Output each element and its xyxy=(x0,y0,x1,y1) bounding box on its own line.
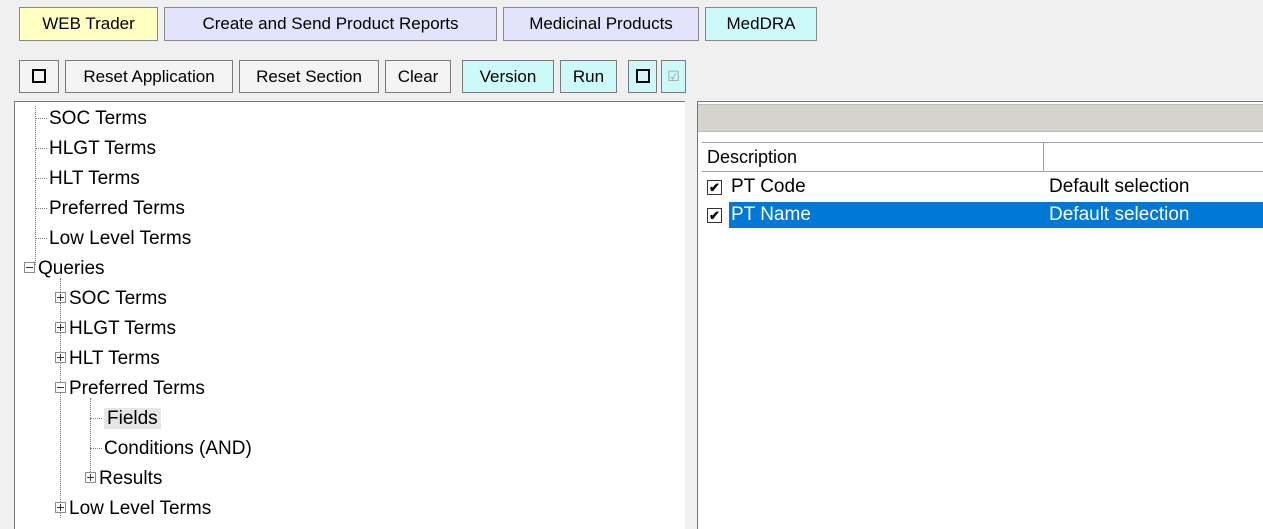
panel-header-bar xyxy=(698,104,1263,132)
toolbar: Reset Application Reset Section Clear Ve… xyxy=(0,58,1263,98)
maximize-button[interactable] xyxy=(19,60,59,93)
select-none-button[interactable] xyxy=(628,60,657,93)
tree-item-label: Low Level Terms xyxy=(69,498,212,519)
tab-medicinal-products[interactable]: Medicinal Products xyxy=(503,7,699,41)
tree-item-label: HLT Terms xyxy=(69,348,160,369)
tree-item-conditions[interactable]: Conditions (AND) xyxy=(90,435,252,463)
tree-item-queries-preferred-terms[interactable]: Preferred Terms xyxy=(55,375,205,403)
square-icon xyxy=(635,68,650,83)
run-button[interactable]: Run xyxy=(560,60,617,93)
tree-item-results[interactable]: Results xyxy=(85,465,162,493)
expand-icon[interactable] xyxy=(55,322,66,334)
reset-application-button[interactable]: Reset Application xyxy=(65,60,233,93)
tree-item-label: Preferred Terms xyxy=(49,198,185,219)
tree-item-queries[interactable]: Queries xyxy=(24,255,105,283)
table-row[interactable]: ✔ PT Code Default selection xyxy=(702,174,1263,202)
pane-splitter[interactable] xyxy=(685,101,697,529)
tab-meddra[interactable]: MedDRA xyxy=(705,7,817,41)
reset-section-button[interactable]: Reset Section xyxy=(239,60,379,93)
tab-bar: WEB Trader Create and Send Product Repor… xyxy=(0,0,1263,52)
checkbox-icon: ☑ xyxy=(667,68,680,85)
row-value: Default selection xyxy=(1044,202,1263,228)
tree-item-preferred-terms[interactable]: Preferred Terms xyxy=(35,195,185,223)
tree-item-queries-hlt-terms[interactable]: HLT Terms xyxy=(55,345,160,373)
expand-icon[interactable] xyxy=(55,352,66,364)
version-button[interactable]: Version xyxy=(462,60,554,93)
tree-item-label: HLT Terms xyxy=(49,168,140,189)
grid-header: Description xyxy=(702,142,1263,172)
tree-item-label: HLGT Terms xyxy=(69,318,176,339)
tree-item-label: SOC Terms xyxy=(69,288,167,309)
tree-item-low-level-terms[interactable]: Low Level Terms xyxy=(35,225,191,253)
tree-item-label: Results xyxy=(99,468,163,489)
tree-item-label: Conditions (AND) xyxy=(104,438,252,459)
row-name: PT Code xyxy=(731,176,806,197)
tree-view: SOC Terms HLGT Terms HLT Terms Preferred… xyxy=(14,101,685,529)
row-checkbox[interactable]: ✔ xyxy=(707,208,722,223)
table-row[interactable]: ✔ PT Name Default selection xyxy=(702,202,1263,230)
tree-item-soc-terms[interactable]: SOC Terms xyxy=(35,105,147,133)
tree-item-queries-soc-terms[interactable]: SOC Terms xyxy=(55,285,167,313)
collapse-icon[interactable] xyxy=(24,262,35,274)
expand-icon[interactable] xyxy=(55,292,66,304)
tree-item-label: Queries xyxy=(38,258,105,279)
tree-item-label: Low Level Terms xyxy=(49,228,192,249)
collapse-icon[interactable] xyxy=(55,382,66,394)
row-checkbox[interactable]: ✔ xyxy=(707,180,722,195)
tree-item-label: HLGT Terms xyxy=(49,138,156,159)
expand-icon[interactable] xyxy=(55,502,66,514)
clear-button[interactable]: Clear xyxy=(385,60,451,93)
column-header-value[interactable] xyxy=(1044,143,1263,171)
tree-item-hlgt-terms[interactable]: HLGT Terms xyxy=(35,135,156,163)
tree-item-queries-low-level-terms[interactable]: Low Level Terms xyxy=(55,495,211,523)
tree-item-fields[interactable]: Fields xyxy=(90,405,161,433)
square-icon xyxy=(32,68,46,83)
fields-panel: Description ✔ PT Code Default selection … xyxy=(697,101,1263,529)
select-all-button[interactable]: ☑ xyxy=(661,60,686,93)
tree-item-label: Preferred Terms xyxy=(69,378,205,399)
row-value: Default selection xyxy=(1049,176,1190,197)
tab-web-trader[interactable]: WEB Trader xyxy=(19,7,158,41)
tree-item-label: SOC Terms xyxy=(49,108,147,129)
tree-item-hlt-terms[interactable]: HLT Terms xyxy=(35,165,140,193)
column-header-description[interactable]: Description xyxy=(702,143,1044,171)
expand-icon[interactable] xyxy=(85,472,96,484)
row-name: PT Name xyxy=(729,202,1046,228)
tree-item-queries-hlgt-terms[interactable]: HLGT Terms xyxy=(55,315,176,343)
tree-item-label: Fields xyxy=(104,408,161,429)
tab-create-send-product-reports[interactable]: Create and Send Product Reports xyxy=(164,7,497,41)
